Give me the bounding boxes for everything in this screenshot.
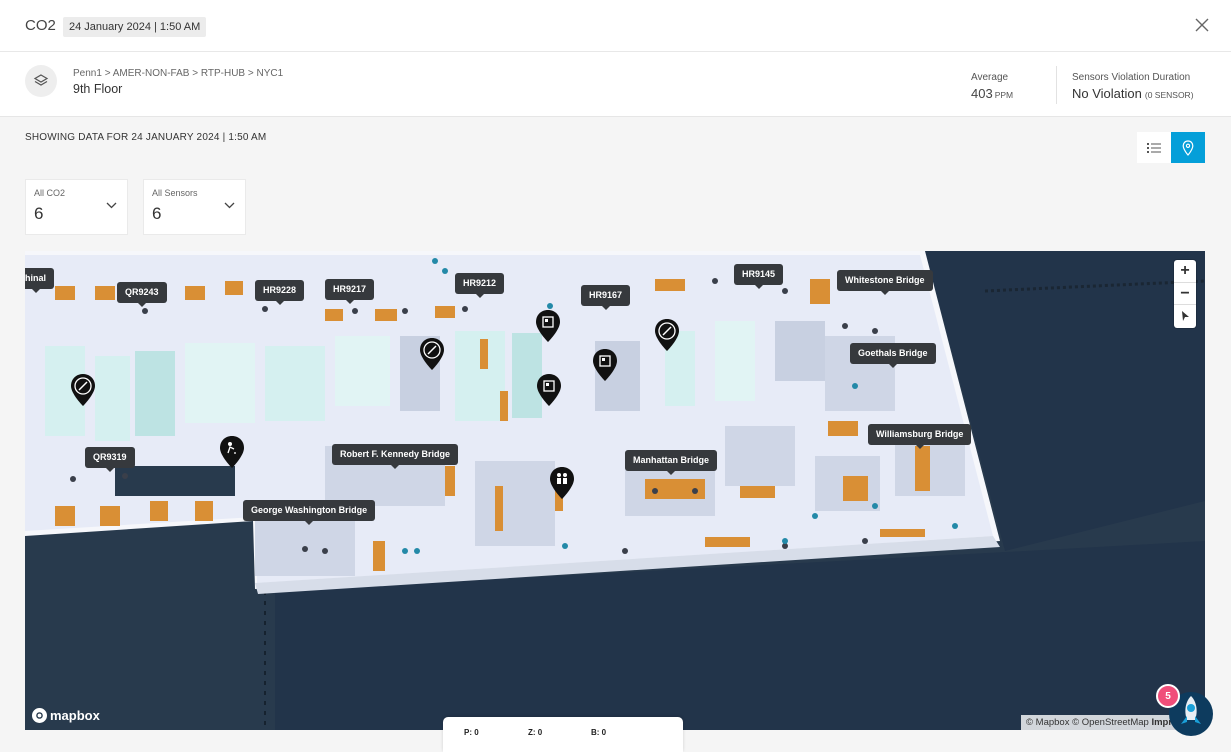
dropdown-value: 6 (34, 204, 44, 223)
violation-value: No Violation (0 SENSOR) (1072, 86, 1194, 101)
layers-icon (33, 74, 49, 86)
room-label[interactable]: Whitestone Bridge (837, 270, 933, 295)
dropdown-label: All CO2 (34, 188, 66, 198)
showing-data-text: SHOWING DATA FOR 24 JANUARY 2024 | 1:50 … (25, 132, 267, 143)
room-label[interactable]: HR9212 (455, 273, 505, 298)
room-label[interactable]: Williamsburg Bridge (868, 424, 972, 449)
layers-button[interactable] (25, 65, 57, 97)
panel-header: CO2 24 January 2024 | 1:50 AM (0, 0, 1231, 52)
average-label: Average (971, 72, 1009, 83)
chevron-down-icon (224, 202, 235, 209)
divider (1056, 66, 1057, 104)
status-b: B: 0 (591, 728, 607, 737)
average-value: 403 PPM (971, 86, 1013, 101)
device-pin-icon[interactable] (592, 348, 618, 382)
co2-filter-dropdown[interactable]: All CO2 6 (25, 179, 128, 235)
room-label[interactable]: Robert F. Kennedy Bridge (332, 444, 459, 469)
notification-badge: 5 (1156, 684, 1180, 708)
room-label[interactable]: hinal (25, 268, 55, 293)
attribution-text[interactable]: © Mapbox © OpenStreetMap (1026, 717, 1149, 728)
room-label[interactable]: George Washington Bridge (243, 500, 376, 525)
floor-plan (25, 251, 1205, 730)
dropdown-label: All Sensors (152, 188, 198, 198)
room-label[interactable]: HR9217 (325, 279, 375, 304)
room-label[interactable]: HR9167 (581, 285, 631, 310)
content-area: SHOWING DATA FOR 24 JANUARY 2024 | 1:50 … (0, 117, 1231, 752)
floor-name: 9th Floor (73, 82, 123, 96)
location-infobar: Penn1 > AMER-NON-FAB > RTP-HUB > NYC1 9t… (0, 52, 1231, 117)
status-p: P: 0 (464, 728, 479, 737)
room-label[interactable]: Goethals Bridge (850, 343, 936, 368)
mapbox-text: mapbox (50, 708, 100, 723)
list-icon (1147, 142, 1161, 153)
assistant-launcher[interactable]: 5 (1156, 684, 1216, 738)
device-pin-icon[interactable] (536, 373, 562, 407)
sensor-pin-icon[interactable] (654, 318, 680, 352)
timestamp-badge: 24 January 2024 | 1:50 AM (63, 17, 207, 37)
zoom-in-button[interactable]: + (1174, 260, 1196, 282)
violation-label: Sensors Violation Duration (1072, 72, 1191, 83)
sensors-filter-dropdown[interactable]: All Sensors 6 (143, 179, 246, 235)
sensor-pin-icon[interactable] (70, 373, 96, 407)
location-pin-icon (1182, 139, 1194, 156)
breadcrumb: Penn1 > AMER-NON-FAB > RTP-HUB > NYC1 (73, 68, 284, 79)
page-title: CO2 (25, 17, 56, 34)
compass-icon (1182, 310, 1189, 321)
dropdown-value: 6 (152, 204, 162, 223)
room-label[interactable]: HR9145 (734, 264, 784, 289)
compass-button[interactable] (1174, 304, 1196, 326)
room-label[interactable]: QR9319 (85, 447, 135, 472)
people-pin-icon[interactable] (549, 466, 575, 500)
average-unit: PPM (994, 90, 1014, 100)
device-pin-icon[interactable] (535, 309, 561, 343)
room-label[interactable]: QR9243 (117, 282, 167, 307)
room-label[interactable]: Manhattan Bridge (625, 450, 718, 475)
status-z: Z: 0 (528, 728, 543, 737)
room-label[interactable]: HR9228 (255, 280, 305, 305)
floor-map[interactable]: hinal QR9243 HR9228 HR9217 HR9212 HR9167… (25, 251, 1205, 730)
close-icon[interactable] (1193, 16, 1211, 34)
mapbox-logo: mapbox (32, 708, 100, 723)
map-view-button[interactable] (1171, 132, 1205, 163)
zoom-controls: + − (1174, 260, 1196, 328)
chevron-down-icon (106, 202, 117, 209)
violation-text: No Violation (1072, 86, 1142, 101)
person-pin-icon[interactable] (219, 435, 245, 469)
mapbox-mark-icon (32, 708, 47, 723)
average-number: 403 (971, 86, 993, 101)
sensor-pin-icon[interactable] (419, 337, 445, 371)
violation-sensor-count: (0 SENSOR) (1144, 90, 1194, 100)
status-panel: P: 0 Z: 0 B: 0 (443, 717, 683, 752)
list-view-button[interactable] (1137, 132, 1171, 163)
zoom-out-button[interactable]: − (1174, 282, 1196, 304)
